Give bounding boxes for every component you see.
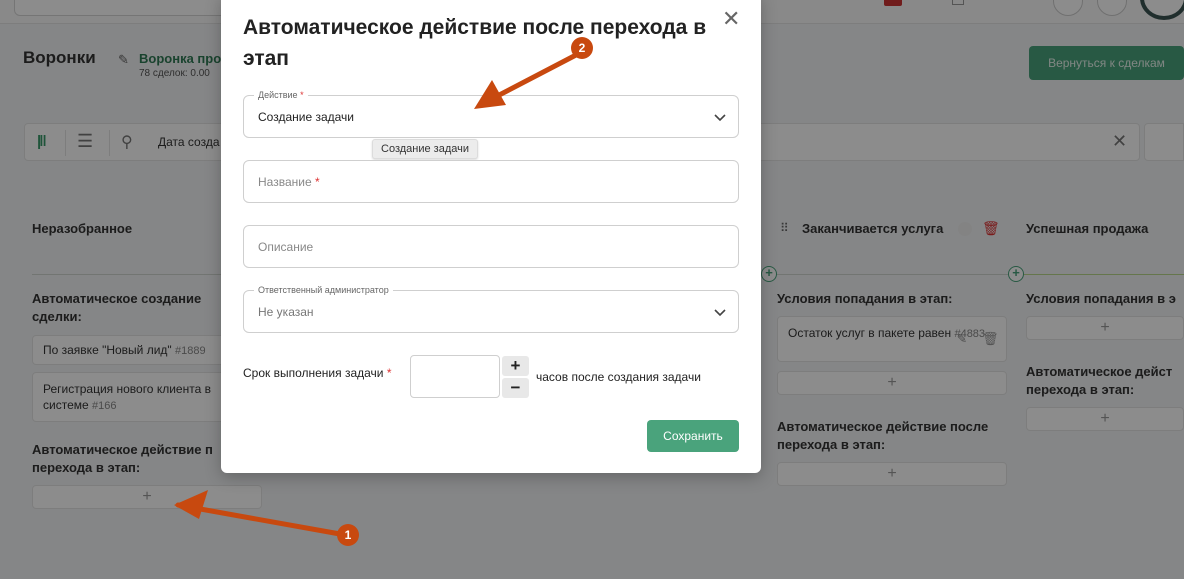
chevron-down-icon bbox=[714, 114, 726, 122]
save-button[interactable]: Сохранить bbox=[647, 420, 739, 452]
deadline-suffix: часов после создания задачи bbox=[536, 370, 701, 384]
tooltip: Создание задачи bbox=[372, 139, 478, 159]
name-input-placeholder: Название * bbox=[258, 175, 320, 189]
annotation-badge-1: 1 bbox=[337, 524, 359, 546]
deadline-label: Срок выполнения задачи * bbox=[243, 366, 392, 380]
deadline-hours-input[interactable] bbox=[410, 355, 500, 398]
admin-select-label: Ответственный администратор bbox=[254, 285, 393, 296]
increment-button[interactable]: + bbox=[502, 356, 529, 376]
description-input[interactable]: Описание bbox=[243, 225, 739, 268]
auto-action-modal: Автоматическое действие после перехода в… bbox=[221, 0, 761, 473]
annotation-badge-2: 2 bbox=[571, 37, 593, 59]
close-icon[interactable]: ✕ bbox=[722, 8, 740, 30]
modal-title: Автоматическое действие после перехода в… bbox=[243, 16, 707, 70]
decrement-button[interactable]: − bbox=[502, 378, 529, 398]
admin-select-value: Не указан bbox=[258, 305, 314, 319]
chevron-down-icon bbox=[714, 309, 726, 317]
admin-select[interactable]: Ответственный администратор Не указан bbox=[243, 285, 739, 333]
action-select-value: Создание задачи bbox=[258, 110, 354, 124]
action-select-label: Действие * bbox=[254, 90, 308, 101]
description-input-placeholder: Описание bbox=[258, 240, 314, 254]
name-input[interactable]: Название * bbox=[243, 160, 739, 203]
action-select[interactable]: Действие * Создание задачи bbox=[243, 90, 739, 138]
